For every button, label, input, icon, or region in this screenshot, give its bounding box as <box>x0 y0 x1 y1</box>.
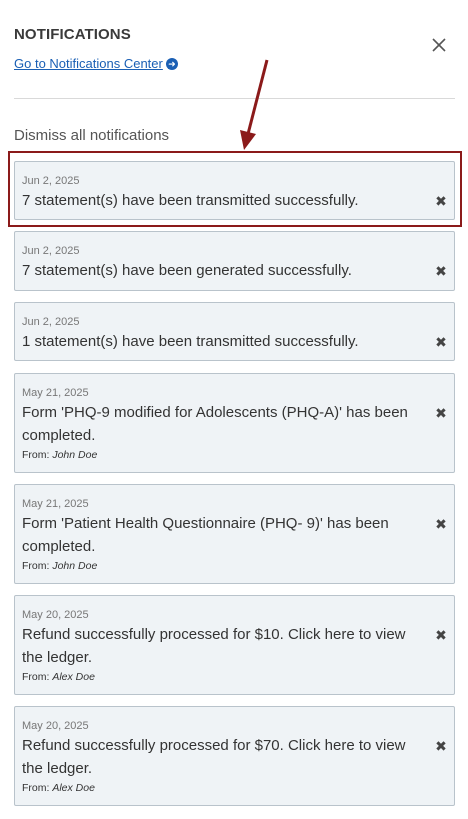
notification-date: May 21, 2025 <box>22 387 89 399</box>
dismiss-icon[interactable]: ✖ <box>434 406 448 420</box>
notifications-center-link[interactable]: Go to Notifications Center ➜ <box>14 56 178 71</box>
from-name: John Doe <box>52 560 98 572</box>
notification-date: Jun 2, 2025 <box>22 245 80 257</box>
dismiss-icon[interactable]: ✖ <box>434 739 448 753</box>
notification-from: From: John Doe <box>22 559 420 573</box>
from-label: From: <box>22 671 50 683</box>
notification-date: Jun 2, 2025 <box>22 175 80 187</box>
from-label: From: <box>22 449 50 461</box>
notification-card[interactable]: Jun 2, 2025 1 statement(s) have been tra… <box>14 302 455 361</box>
notification-message: 7 statement(s) have been transmitted suc… <box>22 192 359 209</box>
notification-card[interactable]: May 21, 2025 Form 'PHQ-9 modified for Ad… <box>14 373 455 473</box>
from-name: Alex Doe <box>52 782 95 794</box>
dismiss-icon[interactable]: ✖ <box>434 335 448 349</box>
notification-message: Form 'Patient Health Questionnaire (PHQ-… <box>22 515 389 555</box>
arrow-circle-right-icon: ➜ <box>165 57 178 70</box>
notification-date: Jun 2, 2025 <box>22 316 80 328</box>
from-name: Alex Doe <box>52 671 95 683</box>
notification-from: From: Alex Doe <box>22 781 420 795</box>
close-icon <box>432 38 446 52</box>
header-divider <box>14 98 455 99</box>
notification-from: From: Alex Doe <box>22 670 420 684</box>
from-name: John Doe <box>52 449 98 461</box>
notification-card[interactable]: May 20, 2025 Refund successfully process… <box>14 595 455 695</box>
dismiss-icon[interactable]: ✖ <box>434 517 448 531</box>
notification-from: From: John Doe <box>22 448 420 462</box>
notification-date: May 20, 2025 <box>22 609 89 621</box>
notification-message: Refund successfully processed for $10. C… <box>22 626 406 666</box>
notification-date: May 20, 2025 <box>22 720 89 732</box>
notification-message: Refund successfully processed for $70. C… <box>22 737 406 777</box>
notification-message: Form 'PHQ-9 modified for Adolescents (PH… <box>22 404 408 444</box>
panel-title: NOTIFICATIONS <box>14 26 131 43</box>
dismiss-all-button[interactable]: Dismiss all notifications <box>14 127 169 144</box>
from-label: From: <box>22 782 50 794</box>
notification-card[interactable]: May 21, 2025 Form 'Patient Health Questi… <box>14 484 455 584</box>
notification-date: May 21, 2025 <box>22 498 89 510</box>
dismiss-icon[interactable]: ✖ <box>434 628 448 642</box>
notification-card[interactable]: May 20, 2025 Refund successfully process… <box>14 706 455 806</box>
notification-card[interactable]: Jun 2, 2025 7 statement(s) have been gen… <box>14 231 455 291</box>
notifications-center-link-label: Go to Notifications Center <box>14 56 163 71</box>
close-button[interactable] <box>428 34 450 56</box>
dismiss-icon[interactable]: ✖ <box>434 264 448 278</box>
notifications-panel: NOTIFICATIONS Go to Notifications Center… <box>0 0 468 819</box>
dismiss-icon[interactable]: ✖ <box>434 194 448 208</box>
notification-card[interactable]: Jun 2, 2025 7 statement(s) have been tra… <box>14 161 455 220</box>
from-label: From: <box>22 560 50 572</box>
notification-message: 1 statement(s) have been transmitted suc… <box>22 333 359 350</box>
notification-message: 7 statement(s) have been generated succe… <box>22 262 352 279</box>
